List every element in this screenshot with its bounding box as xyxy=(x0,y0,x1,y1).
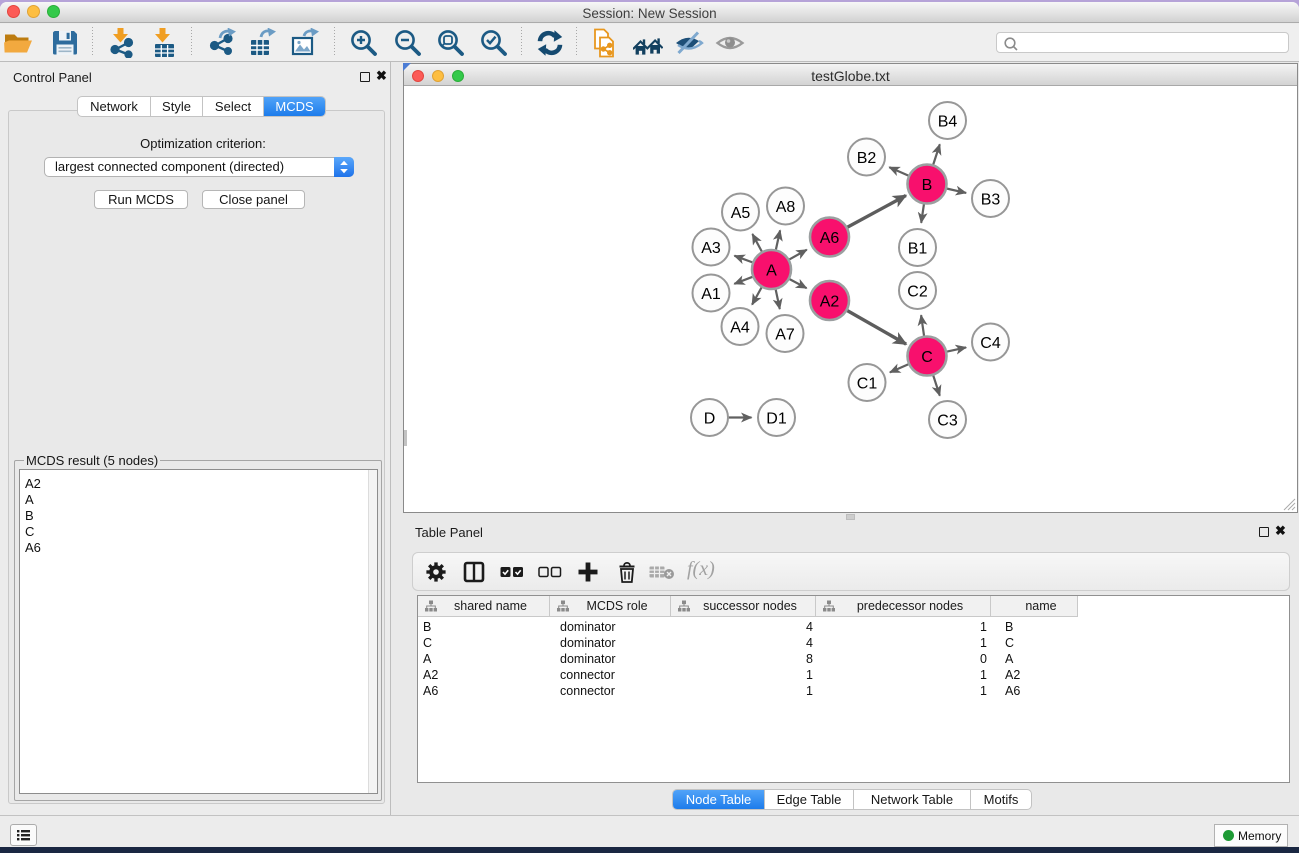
svg-text:A6: A6 xyxy=(820,230,840,247)
svg-text:C3: C3 xyxy=(937,413,958,430)
svg-text:C1: C1 xyxy=(857,376,878,393)
svg-text:A3: A3 xyxy=(701,240,721,257)
svg-text:A: A xyxy=(766,263,777,280)
svg-text:D: D xyxy=(704,411,716,428)
svg-text:B4: B4 xyxy=(938,114,958,131)
svg-text:A1: A1 xyxy=(701,286,721,303)
svg-text:B3: B3 xyxy=(981,192,1001,209)
svg-text:B: B xyxy=(922,177,933,194)
svg-text:B2: B2 xyxy=(857,150,877,167)
svg-text:C4: C4 xyxy=(980,335,1001,352)
svg-text:C: C xyxy=(921,349,933,366)
svg-text:B1: B1 xyxy=(908,241,928,258)
svg-text:A7: A7 xyxy=(775,327,795,344)
svg-text:A4: A4 xyxy=(730,320,750,337)
svg-text:A5: A5 xyxy=(731,205,751,222)
svg-text:D1: D1 xyxy=(766,411,787,428)
svg-text:A2: A2 xyxy=(820,294,840,311)
svg-text:A8: A8 xyxy=(776,199,796,216)
svg-text:C2: C2 xyxy=(907,284,928,301)
